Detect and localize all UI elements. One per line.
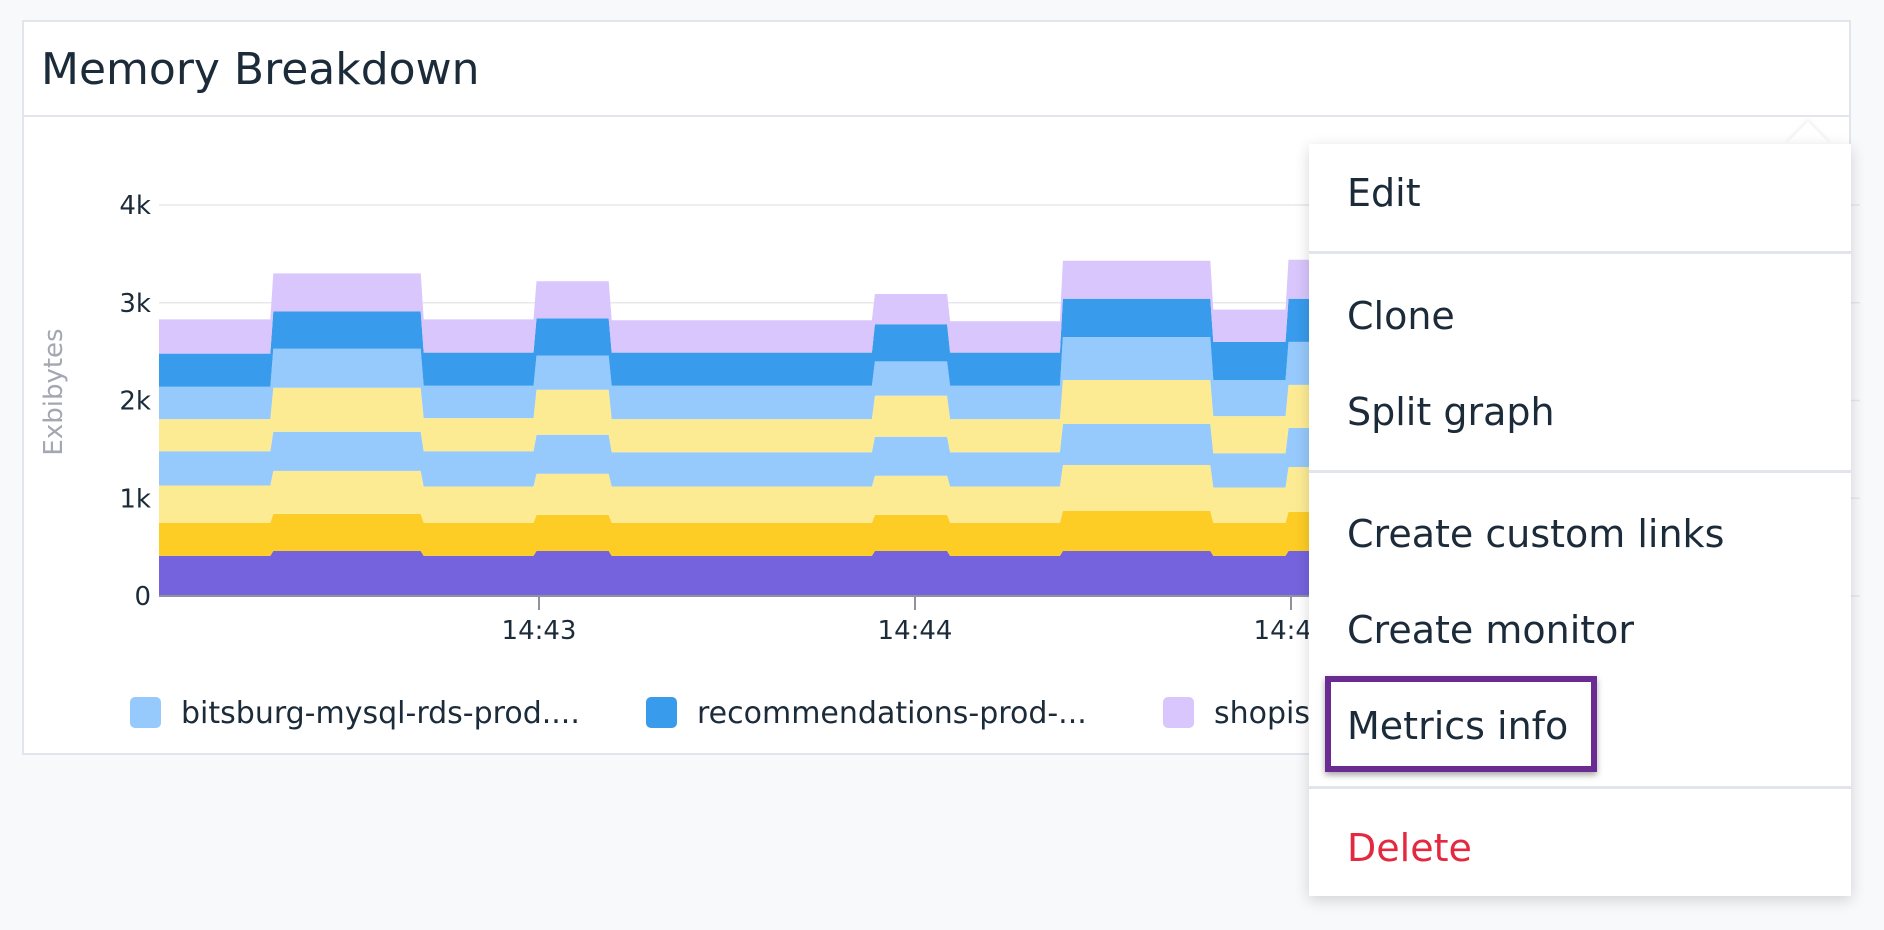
y-tick-label: 0 — [134, 582, 151, 612]
menu-item-create-custom-links[interactable]: Create custom links — [1347, 512, 1724, 556]
menu-item-metrics-info[interactable]: Metrics info — [1347, 704, 1568, 748]
legend-label: recommendations-prod-... — [697, 696, 1087, 731]
legend-swatch — [646, 697, 677, 728]
widget-context-menu: Edit Clone Split graph Create custom lin… — [1309, 144, 1851, 896]
y-tick-label: 4k — [119, 191, 151, 221]
x-tick-label: 14:43 — [502, 616, 577, 646]
legend-label: shopis — [1214, 696, 1310, 731]
legend-swatch — [130, 697, 161, 728]
menu-divider — [1309, 470, 1851, 473]
x-tick-label: 14:44 — [878, 616, 953, 646]
area-series — [159, 551, 1475, 596]
menu-item-clone[interactable]: Clone — [1347, 294, 1455, 338]
y-tick-label: 1k — [119, 484, 151, 514]
menu-divider — [1309, 251, 1851, 254]
y-tick-label: 3k — [119, 289, 151, 319]
menu-item-edit[interactable]: Edit — [1347, 171, 1421, 215]
menu-item-split-graph[interactable]: Split graph — [1347, 390, 1555, 434]
y-tick-label: 2k — [119, 387, 151, 417]
menu-item-delete[interactable]: Delete — [1347, 826, 1472, 870]
menu-item-create-monitor[interactable]: Create monitor — [1347, 608, 1634, 652]
y-axis-title: Exbibytes — [39, 328, 69, 455]
menu-divider — [1309, 786, 1851, 789]
legend-label: bitsburg-mysql-rds-prod.... — [181, 696, 580, 731]
legend-swatch — [1163, 697, 1194, 728]
